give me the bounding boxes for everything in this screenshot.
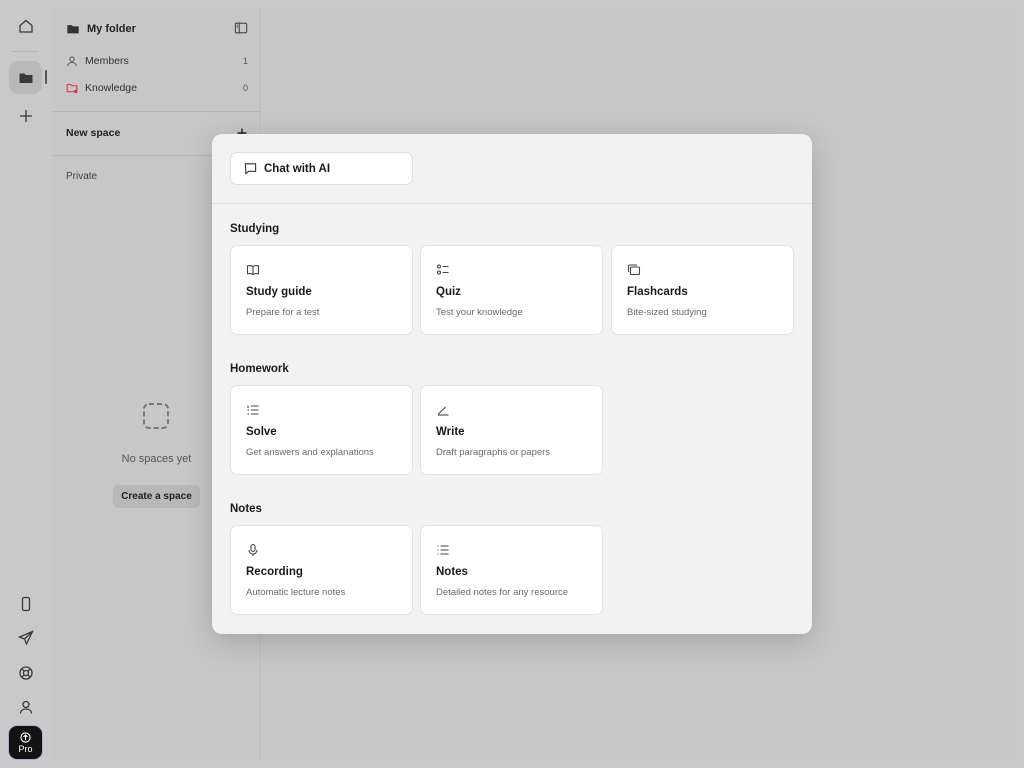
checklist-icon — [436, 264, 449, 275]
card-subtitle: Automatic lecture notes — [246, 587, 346, 598]
numbered-list-icon — [247, 405, 259, 415]
folder-icon — [67, 25, 79, 34]
card-subtitle: Prepare for a test — [246, 307, 320, 318]
quiz-card[interactable]: Quiz Test your knowledge — [420, 245, 603, 335]
chat-with-ai-label: Chat with AI — [264, 162, 331, 175]
send-icon — [17, 629, 34, 646]
home-icon — [18, 19, 33, 33]
sidebar-toggle-icon[interactable] — [234, 21, 248, 35]
empty-spaces-icon — [143, 403, 169, 429]
panel-divider — [52, 111, 261, 112]
cards-icon — [627, 264, 641, 276]
card-title: Quiz — [436, 286, 461, 298]
card-subtitle: Draft paragraphs or papers — [436, 447, 551, 458]
user-icon — [67, 56, 77, 66]
folder-button[interactable] — [9, 61, 42, 94]
pro-upgrade-button[interactable]: Pro — [9, 726, 42, 759]
write-card[interactable]: Write Draft paragraphs or papers — [420, 385, 603, 475]
card-subtitle: Test your knowledge — [436, 307, 523, 318]
card-subtitle: Detailed notes for any resource — [436, 587, 569, 598]
icon-rail: Pro — [0, 0, 51, 768]
mobile-button[interactable] — [9, 587, 42, 620]
knowledge-row[interactable]: Knowledge 0 — [66, 80, 248, 96]
add-button[interactable] — [9, 99, 42, 132]
card-subtitle: Bite-sized studying — [627, 307, 707, 318]
list-icon — [437, 545, 449, 555]
help-icon — [18, 665, 33, 680]
card-title: Solve — [246, 426, 277, 438]
private-label: Private — [66, 171, 98, 182]
pen-icon — [437, 406, 449, 416]
pro-label: Pro — [18, 743, 33, 754]
rail-separator — [12, 51, 38, 52]
create-modal: Chat with AI Studying Study guide Prepar… — [212, 134, 812, 634]
members-row[interactable]: Members 1 — [66, 53, 248, 69]
section-title-notes: Notes — [230, 503, 262, 515]
card-title: Flashcards — [627, 286, 688, 298]
home-button[interactable] — [9, 9, 42, 42]
knowledge-label: Knowledge — [85, 82, 137, 94]
card-subtitle: Get answers and explanations — [246, 447, 374, 458]
section-title-studying: Studying — [230, 223, 280, 235]
book-icon — [246, 264, 260, 276]
active-indicator — [45, 70, 47, 84]
members-count: 1 — [242, 56, 248, 66]
section-title-homework: Homework — [230, 363, 289, 375]
card-title: Notes — [436, 566, 468, 578]
create-space-button[interactable]: Create a space — [113, 485, 200, 508]
card-title: Recording — [246, 566, 303, 578]
knowledge-count: 0 — [242, 83, 248, 93]
microphone-icon — [248, 543, 258, 556]
chat-bubble-icon — [244, 163, 257, 175]
profile-button[interactable] — [9, 690, 42, 723]
solve-card[interactable]: Solve Get answers and explanations — [230, 385, 413, 475]
user-icon — [19, 700, 32, 714]
upgrade-arrow-icon — [20, 731, 31, 743]
flashcards-card[interactable]: Flashcards Bite-sized studying — [611, 245, 794, 335]
phone-icon — [21, 596, 30, 611]
folder-icon — [19, 73, 32, 83]
new-space-label: New space — [66, 127, 121, 139]
recording-card[interactable]: Recording Automatic lecture notes — [230, 525, 413, 615]
card-title: Write — [436, 426, 465, 438]
plus-icon — [19, 109, 32, 122]
folder-title: My folder — [87, 23, 136, 35]
help-button[interactable] — [9, 656, 42, 689]
notes-card[interactable]: Notes Detailed notes for any resource — [420, 525, 603, 615]
modal-divider — [212, 203, 812, 204]
knowledge-folder-icon — [66, 84, 78, 94]
folder-header: My folder — [66, 20, 248, 38]
study-guide-card[interactable]: Study guide Prepare for a test — [230, 245, 413, 335]
members-label: Members — [85, 55, 129, 67]
share-button[interactable] — [9, 621, 42, 654]
card-title: Study guide — [246, 286, 312, 298]
chat-with-ai-button[interactable]: Chat with AI — [230, 152, 413, 185]
